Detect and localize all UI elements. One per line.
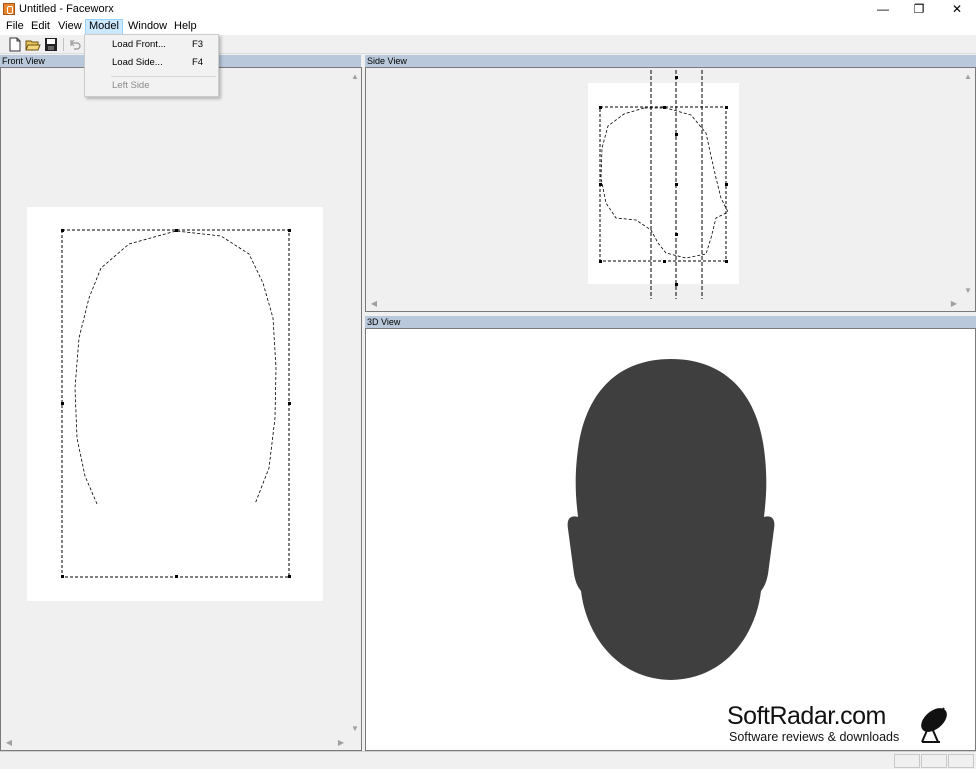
front-view-hscroll[interactable]: ◀ ▶ xyxy=(1,738,349,750)
scroll-down-arrow-icon[interactable]: ▼ xyxy=(349,724,361,734)
menu-item-left-side: Left Side xyxy=(112,80,150,91)
toolbar-separator xyxy=(63,38,64,51)
side-view-canvas[interactable] xyxy=(366,68,962,300)
3d-view-title: 3D View xyxy=(365,316,976,328)
menu-help[interactable]: Help xyxy=(171,19,200,35)
scroll-down-arrow-icon[interactable]: ▼ xyxy=(962,286,974,296)
scroll-left-arrow-icon[interactable]: ◀ xyxy=(368,299,380,309)
3d-head-model[interactable] xyxy=(366,329,975,750)
softradar-watermark: SoftRadar.com Software reviews & downloa… xyxy=(724,702,974,748)
status-cell xyxy=(894,754,920,768)
menu-edit[interactable]: Edit xyxy=(28,19,53,35)
side-view-vscroll[interactable]: ▲ ▼ xyxy=(962,68,974,300)
app-window: Untitled - Faceworx — ❐ ✕ File Edit View… xyxy=(0,0,976,769)
undo-icon[interactable] xyxy=(67,37,83,52)
menu-item-load-side[interactable]: Load Side... F4 xyxy=(86,54,217,72)
menu-view[interactable]: View xyxy=(55,19,85,35)
menu-window[interactable]: Window xyxy=(125,19,170,35)
status-cell xyxy=(948,754,974,768)
menu-item-load-front[interactable]: Load Front... F3 xyxy=(86,36,217,54)
3d-view-pane[interactable] xyxy=(365,328,976,751)
front-view-vscroll[interactable]: ▲ ▼ xyxy=(349,68,361,738)
scroll-right-arrow-icon[interactable]: ▶ xyxy=(948,299,960,309)
status-bar xyxy=(0,751,976,769)
restore-button[interactable]: ❐ xyxy=(900,0,938,19)
scroll-up-arrow-icon[interactable]: ▲ xyxy=(962,72,974,82)
close-button[interactable]: ✕ xyxy=(938,0,976,19)
scroll-left-arrow-icon[interactable]: ◀ xyxy=(3,738,15,748)
side-view-title: Side View xyxy=(365,55,976,67)
menu-bar: File Edit View Model Window Help xyxy=(0,19,976,35)
title-bar: Untitled - Faceworx — ❐ ✕ xyxy=(0,0,976,19)
scroll-up-arrow-icon[interactable]: ▲ xyxy=(349,72,361,82)
side-view-pane[interactable]: ▲ ▼ ◀ ▶ xyxy=(365,67,976,312)
model-menu-dropdown: Load Front... F3 Load Side... F4 Left Si… xyxy=(84,34,219,97)
save-disk-icon[interactable] xyxy=(43,37,59,52)
front-view-pane[interactable]: ▲ ▼ ◀ ▶ xyxy=(0,67,362,751)
menu-model[interactable]: Model xyxy=(85,19,123,35)
open-folder-icon[interactable] xyxy=(25,37,41,52)
window-title: Untitled - Faceworx xyxy=(19,3,114,15)
side-view-hscroll[interactable]: ◀ ▶ xyxy=(366,299,962,311)
menu-file[interactable]: File xyxy=(3,19,27,35)
watermark-title: SoftRadar.com xyxy=(727,702,886,730)
minimize-button[interactable]: — xyxy=(864,0,902,19)
scroll-right-arrow-icon[interactable]: ▶ xyxy=(335,738,347,748)
new-file-icon[interactable] xyxy=(7,37,23,52)
status-cell xyxy=(921,754,947,768)
front-view-canvas[interactable] xyxy=(1,68,361,750)
app-icon xyxy=(3,3,15,15)
satellite-dish-icon xyxy=(921,707,947,743)
watermark-subtitle: Software reviews & downloads xyxy=(729,730,900,744)
